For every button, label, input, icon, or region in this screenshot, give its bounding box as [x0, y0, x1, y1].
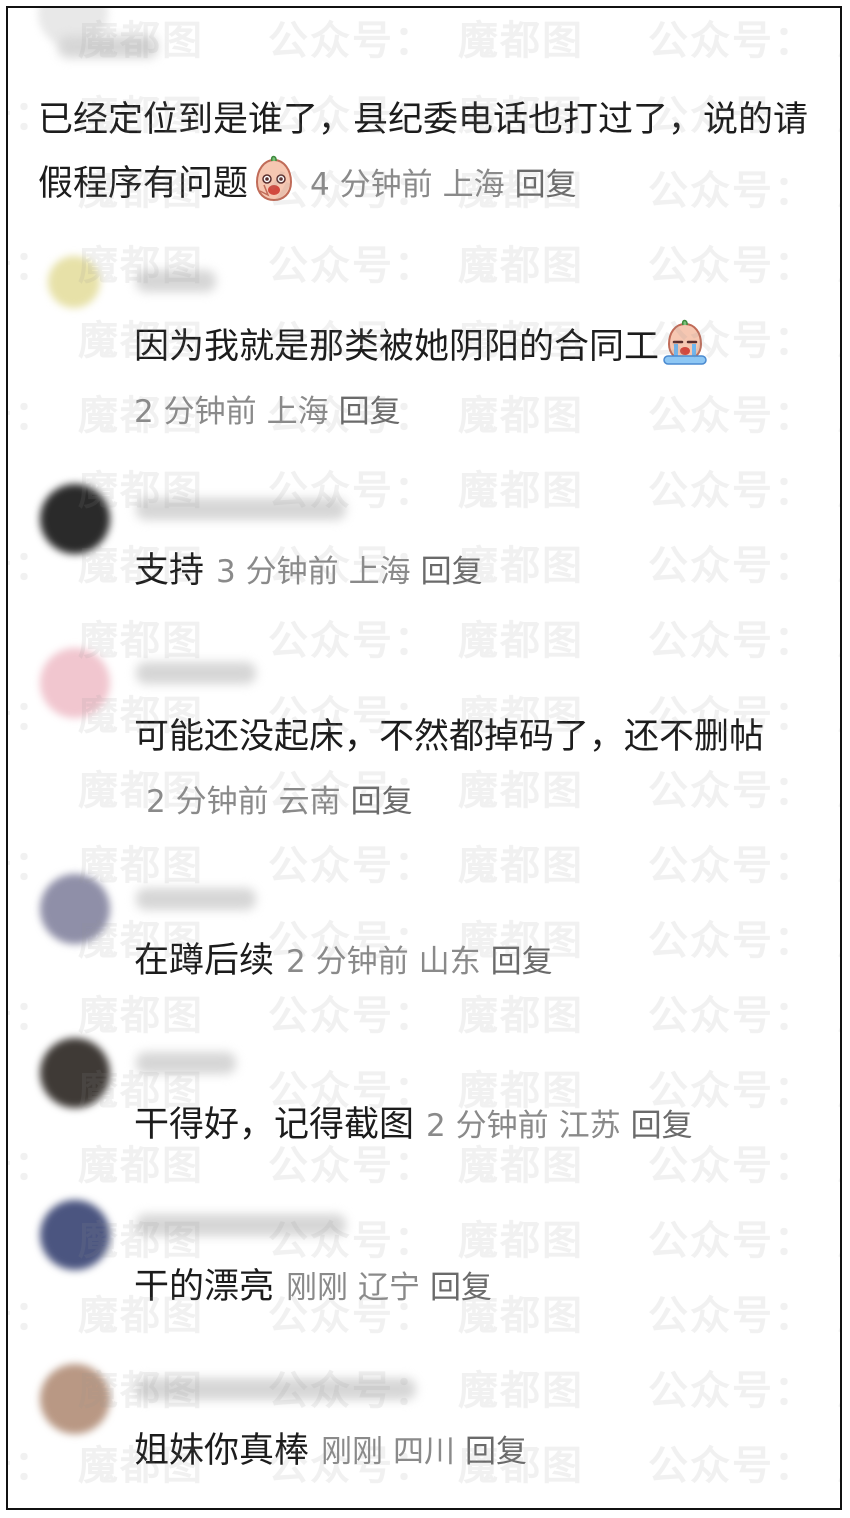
comment-location: 辽宁	[358, 1270, 421, 1306]
comment-location: 上海	[348, 554, 411, 590]
comment-list: 已经定位到是谁了，县纪委电话也打过了，说的请假程序有问题 4 分钟前 上海 回复 因为…	[8, 8, 840, 1508]
username-blurred[interactable]	[58, 36, 158, 58]
peach-face-laughing-icon	[250, 155, 298, 203]
avatar[interactable]	[40, 484, 110, 554]
comment-location: 四川	[393, 1434, 456, 1470]
username-blurred[interactable]	[136, 270, 216, 292]
avatar[interactable]	[40, 1364, 110, 1434]
reply-button[interactable]: 回复	[465, 1434, 527, 1470]
peach-face-crying-icon	[661, 318, 709, 366]
username-blurred[interactable]	[136, 662, 256, 684]
comment-time: 刚刚	[321, 1434, 384, 1470]
comment-text: 支持	[134, 551, 205, 591]
avatar[interactable]	[40, 1200, 110, 1270]
comment-item: 因为我就是那类被她阴阳的合同工 2 分钟前 上海 回复	[134, 315, 834, 444]
comment-text: 可能还没起床，不然都掉码了，还不删帖	[134, 717, 765, 757]
comment-time: 4 分钟前	[310, 167, 433, 203]
avatar[interactable]	[40, 874, 110, 944]
comment-text: 干的漂亮	[134, 1267, 275, 1307]
username-blurred[interactable]	[136, 888, 256, 910]
comment-item: 支持 3 分钟前 上海 回复	[134, 539, 834, 604]
avatar[interactable]	[48, 256, 100, 308]
comment-text: 因为我就是那类被她阴阳的合同工	[134, 327, 660, 367]
comment-time: 刚刚	[286, 1270, 349, 1306]
reply-button[interactable]: 回复	[491, 944, 553, 980]
comment-item: 干的漂亮 刚刚 辽宁 回复	[134, 1255, 834, 1320]
avatar[interactable]	[40, 1038, 110, 1108]
reply-button[interactable]: 回复	[351, 784, 413, 820]
comment-text: 姐妹你真棒	[134, 1431, 310, 1471]
username-blurred[interactable]	[136, 498, 346, 520]
comment-item: 姐妹你真棒 刚刚 四川 回复	[134, 1419, 834, 1484]
comment-location: 上海	[266, 394, 329, 430]
username-blurred[interactable]	[136, 1378, 416, 1400]
comment-item: 在蹲后续 2 分钟前 山东 回复	[134, 929, 834, 994]
reply-button[interactable]: 回复	[430, 1270, 492, 1306]
comment-time: 2 分钟前	[134, 394, 257, 430]
username-blurred[interactable]	[136, 1052, 236, 1074]
comment-item: 可能还没起床，不然都掉码了，还不删帖 2 分钟前 云南 回复	[134, 705, 834, 834]
reply-button[interactable]: 回复	[515, 167, 577, 203]
comment-time: 3 分钟前	[216, 554, 339, 590]
comment-text: 在蹲后续	[134, 941, 275, 981]
reply-button[interactable]: 回复	[421, 554, 483, 590]
comment-time: 2 分钟前	[286, 944, 409, 980]
username-blurred[interactable]	[136, 1214, 346, 1236]
comment-location: 山东	[418, 944, 481, 980]
comment-text: 干得好，记得截图	[134, 1105, 415, 1145]
avatar[interactable]	[40, 648, 110, 718]
comment-item: 干得好，记得截图 2 分钟前 江苏 回复	[134, 1093, 834, 1158]
reply-button[interactable]: 回复	[339, 394, 401, 430]
comment-location: 云南	[278, 784, 341, 820]
comment-item: 已经定位到是谁了，县纪委电话也打过了，说的请假程序有问题 4 分钟前 上海 回复	[38, 88, 838, 217]
screenshot-frame: 已经定位到是谁了，县纪委电话也打过了，说的请假程序有问题 4 分钟前 上海 回复 因为…	[6, 6, 842, 1510]
comment-time: 2 分钟前	[426, 1108, 549, 1144]
reply-button[interactable]: 回复	[631, 1108, 693, 1144]
comment-location: 江苏	[558, 1108, 621, 1144]
comment-location: 上海	[442, 167, 505, 203]
comment-time: 2 分钟前	[146, 784, 269, 820]
